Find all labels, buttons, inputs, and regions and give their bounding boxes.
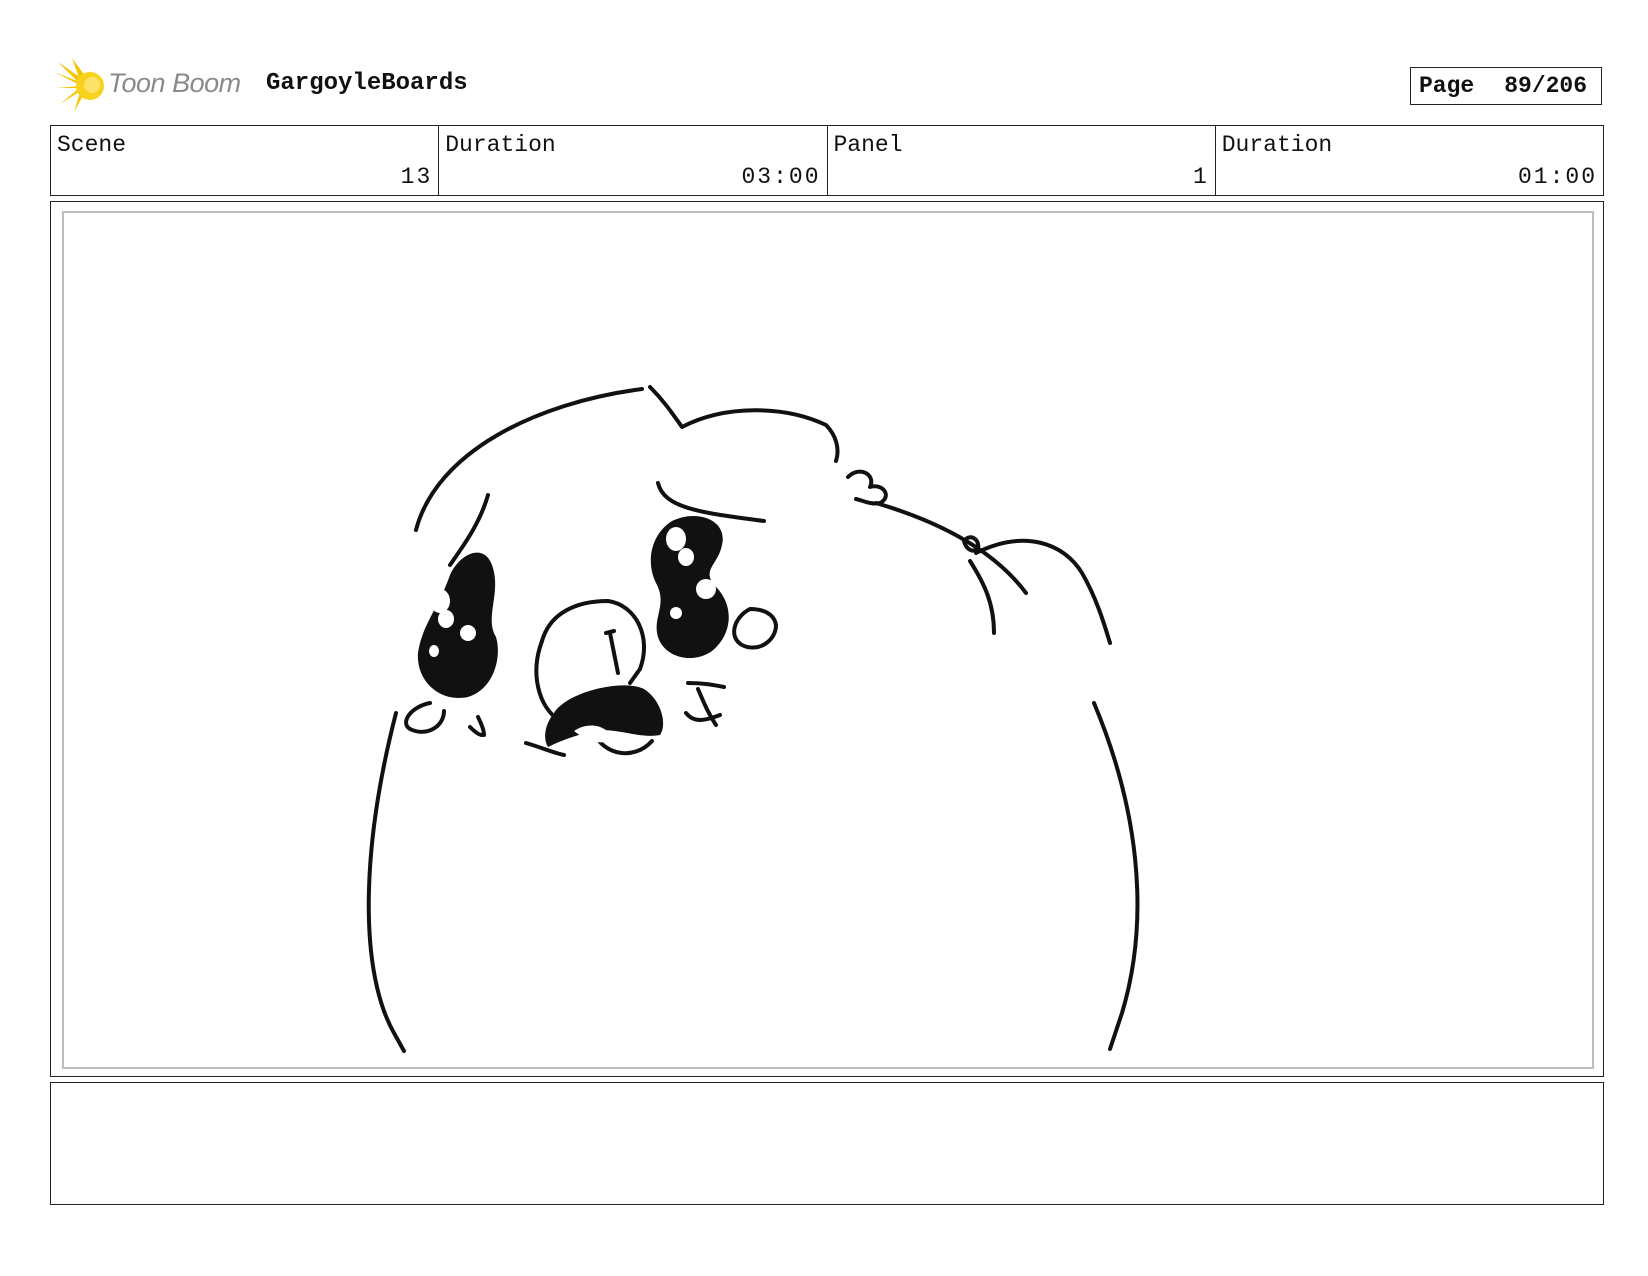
panel-label: Panel [833, 132, 903, 158]
page-label: Page [1419, 73, 1475, 99]
storyboard-drawing-area [62, 211, 1594, 1069]
project-title: GargoyleBoards [266, 70, 468, 97]
panel-duration-label: Duration [1221, 132, 1333, 158]
page-number: 89/206 [1504, 73, 1588, 99]
panel-info-table: Scene 13 Duration 03:00 Panel 1 Duration… [50, 125, 1604, 196]
scene-duration-cell: Duration 03:00 [439, 126, 828, 195]
scene-duration-label: Duration [445, 132, 556, 158]
scene-label: Scene [57, 132, 127, 158]
panel-notes-box [50, 1082, 1604, 1205]
scene-duration-value: 03:00 [741, 164, 821, 190]
panel-cell: Panel 1 [828, 126, 1216, 195]
panel-duration-cell: Duration 01:00 [1216, 126, 1603, 195]
page-indicator: Page 89/206 [1410, 67, 1602, 105]
starburst-icon [54, 58, 104, 112]
panel-value: 1 [1192, 164, 1209, 190]
toon-boom-logo: Toon Boom [52, 58, 252, 114]
panel-duration-value: 01:00 [1517, 164, 1597, 190]
logo-text: Toon Boom [108, 68, 241, 98]
scene-value: 13 [400, 164, 433, 190]
scene-cell: Scene 13 [51, 126, 440, 195]
character-sketch [366, 385, 1140, 1053]
